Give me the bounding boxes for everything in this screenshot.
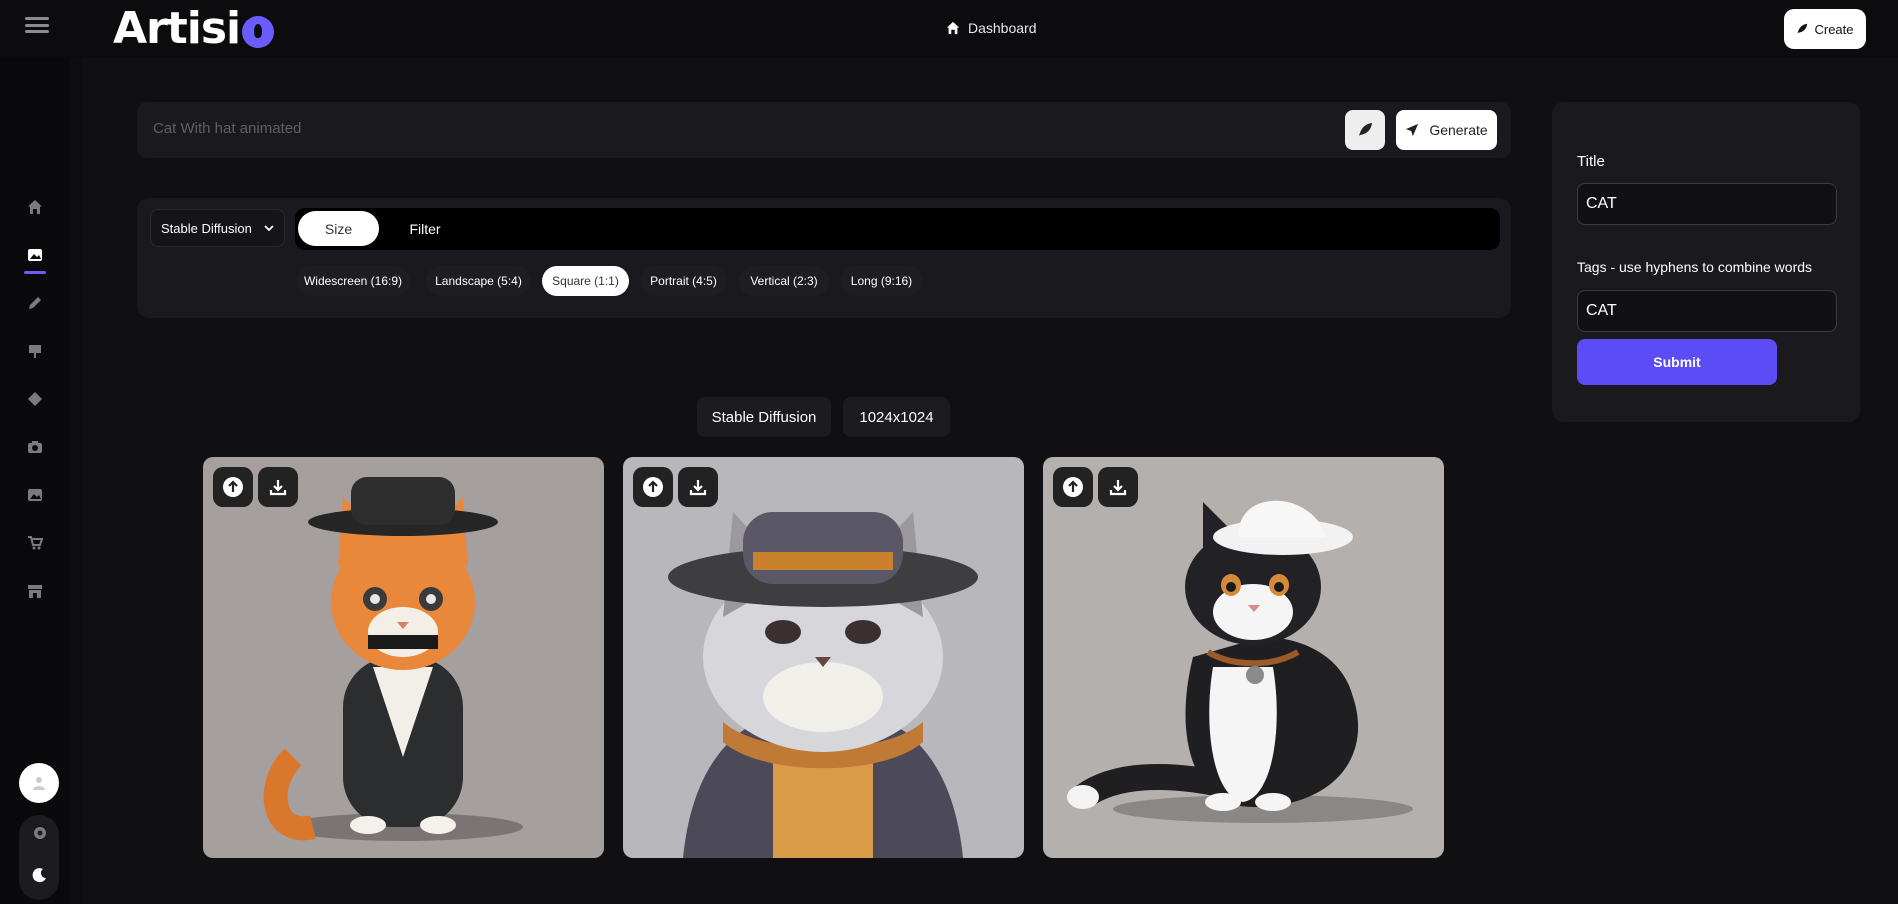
send-icon [1406,123,1419,137]
tabs-bar [295,208,1500,250]
sidebar-active-indicator [24,271,46,274]
image-icon[interactable] [26,246,44,264]
logo[interactable]: Artisi [113,3,275,54]
top-bar: Artisi Dashboard Create [0,0,1898,58]
dashboard-label: Dashboard [968,20,1037,36]
size-option-portrait[interactable]: Portrait (4:5) [640,266,727,296]
model-select[interactable]: Stable Diffusion [150,209,285,247]
avatar[interactable] [19,763,59,803]
submit-button[interactable]: Submit [1577,339,1777,385]
prompt-bar [137,102,1511,158]
size-option-long[interactable]: Long (9:16) [840,266,923,296]
menu-icon[interactable] [25,17,49,33]
generated-image-card[interactable] [1043,457,1444,858]
logo-text: Artisi [113,3,241,54]
enhance-prompt-button[interactable] [1345,110,1385,150]
download-icon [269,480,287,496]
download-button[interactable] [678,467,718,507]
user-icon [33,777,45,790]
gear-icon[interactable] [31,824,49,842]
generate-label: Generate [1429,122,1488,138]
home-icon [946,21,960,35]
result-resolution-tag: 1024x1024 [843,397,950,437]
gallery-icon[interactable] [26,486,44,504]
upload-button[interactable] [213,467,253,507]
easel-icon[interactable] [26,342,44,360]
generated-image-card[interactable] [203,457,604,858]
upload-button[interactable] [1053,467,1093,507]
title-field[interactable]: CAT [1577,183,1837,225]
download-button[interactable] [1098,467,1138,507]
logo-mark [242,16,275,48]
result-model-tag: Stable Diffusion [697,397,831,437]
diamond-icon[interactable] [26,390,44,408]
create-label: Create [1814,21,1854,37]
size-option-widescreen[interactable]: Widescreen (16:9) [296,266,410,296]
upload-icon [223,477,243,497]
cat-image [263,477,523,841]
download-icon [689,480,707,496]
tab-size[interactable]: Size [298,211,379,246]
pencil-icon[interactable] [26,294,44,312]
dashboard-link[interactable]: Dashboard [946,20,1037,36]
cart-icon[interactable] [26,534,44,552]
chevron-down-icon [264,225,274,232]
download-button[interactable] [258,467,298,507]
prompt-input[interactable] [153,120,1153,137]
tab-filter[interactable]: Filter [400,211,450,246]
size-option-vertical[interactable]: Vertical (2:3) [739,266,829,296]
cat-image [1067,500,1413,823]
upload-icon [1063,477,1083,497]
model-select-value: Stable Diffusion [161,220,252,236]
size-option-square[interactable]: Square (1:1) [542,266,629,296]
cat-image [668,512,978,858]
create-button[interactable]: Create [1784,9,1866,49]
home-icon[interactable] [26,198,44,216]
store-icon[interactable] [26,582,44,600]
tags-field[interactable]: CAT [1577,290,1837,332]
title-label: Title [1577,153,1605,170]
leaf-icon [1359,123,1372,136]
upload-icon [643,477,663,497]
size-option-landscape[interactable]: Landscape (5:4) [426,266,531,296]
upload-button[interactable] [633,467,673,507]
generate-button[interactable]: Generate [1396,110,1497,150]
camera-icon[interactable] [26,438,44,456]
moon-icon[interactable] [31,866,49,884]
generated-image-card[interactable] [623,457,1024,858]
download-icon [1109,480,1127,496]
tags-label: Tags - use hyphens to combine words [1577,259,1813,275]
leaf-icon [1797,23,1808,34]
